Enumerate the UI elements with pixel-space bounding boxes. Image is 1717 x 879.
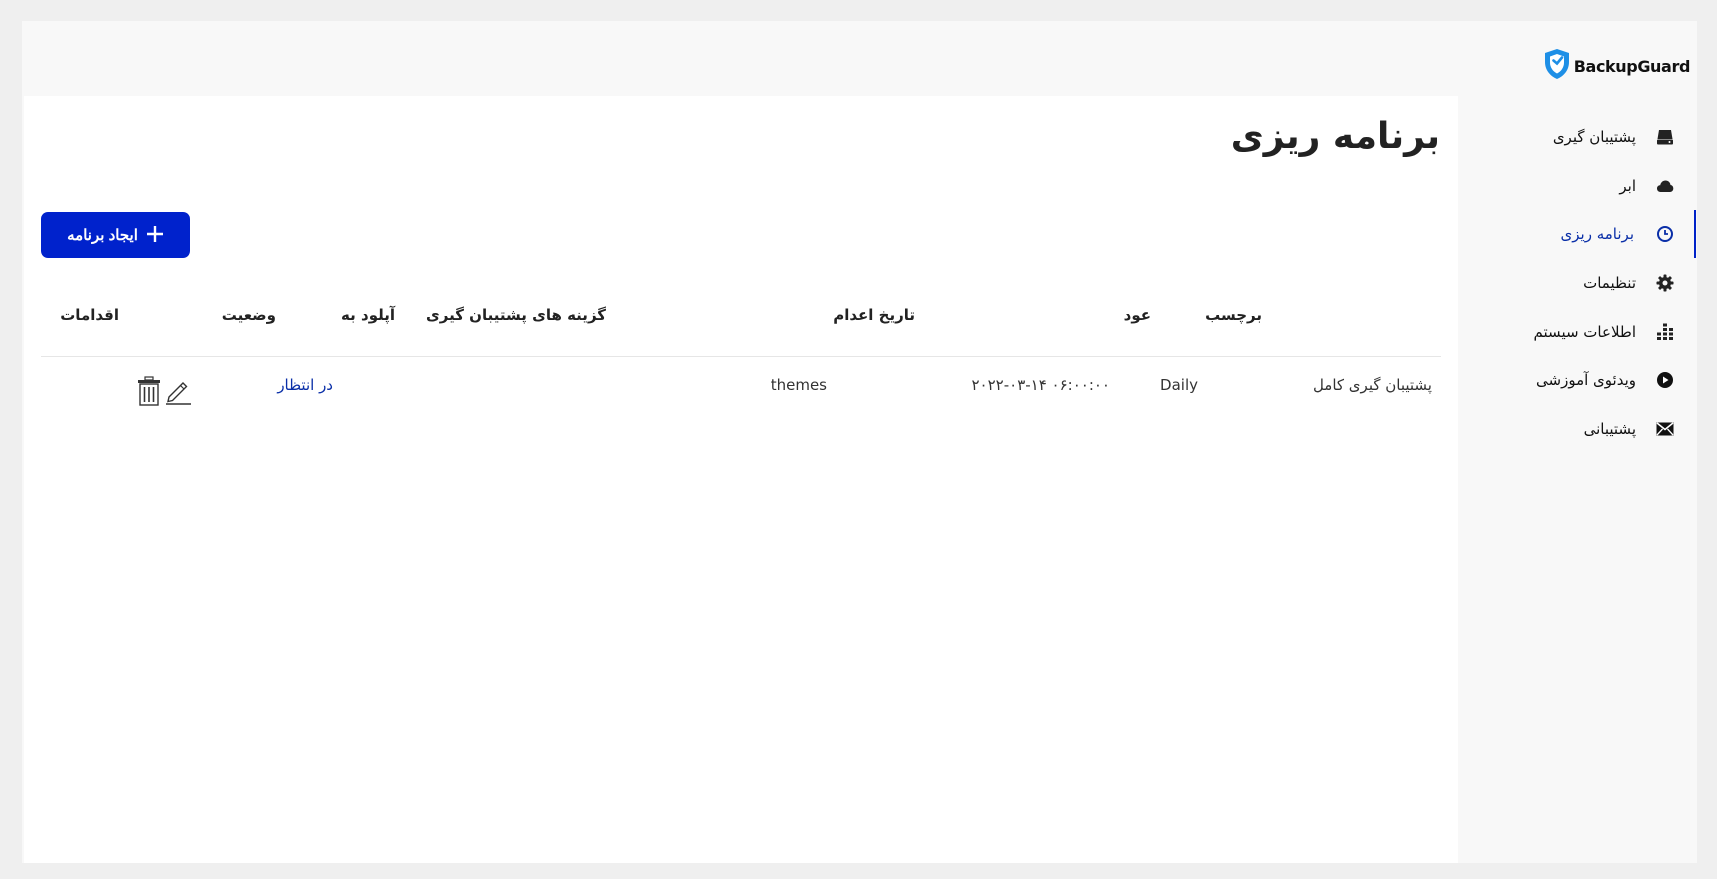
sidebar-item-system-info[interactable]: اطلاعات سیستم bbox=[1460, 307, 1697, 356]
row-label: پشتیبان گیری کامل bbox=[1312, 376, 1432, 394]
sidebar-item-label: ویدئوی آموزشی bbox=[1536, 371, 1636, 390]
sidebar-item-schedule[interactable]: برنامه ریزی bbox=[1460, 210, 1697, 259]
row-status: در انتظار bbox=[277, 376, 333, 394]
cloud-icon bbox=[1655, 176, 1675, 196]
sidebar-item-tutorial-video[interactable]: ویدئوی آموزشی bbox=[1460, 356, 1697, 405]
column-header-execution-date: تاریخ اعدام bbox=[833, 306, 915, 324]
envelope-icon bbox=[1655, 419, 1675, 439]
sidebar-item-cloud[interactable]: ابر bbox=[1460, 162, 1697, 211]
brand-name: BackupGuard bbox=[1573, 56, 1691, 76]
column-header-actions: اقدامات bbox=[60, 306, 119, 324]
sidebar-item-label: اطلاعات سیستم bbox=[1533, 322, 1636, 341]
app-frame: BackupGuard پشتیبان گیری ابر برنامه ریزی… bbox=[22, 21, 1697, 863]
row-execution-date: ۲۰۲۲-۰۳-۱۴ ۰۶:۰۰:۰۰ bbox=[971, 376, 1111, 394]
row-backup-options: themes bbox=[770, 376, 827, 394]
table-header-divider bbox=[41, 356, 1441, 357]
sidebar-item-backup[interactable]: پشتیبان گیری bbox=[1460, 113, 1697, 162]
trash-icon[interactable] bbox=[135, 376, 163, 406]
sidebar-item-settings[interactable]: تنظیمات bbox=[1460, 259, 1697, 308]
create-schedule-label: ایجاد برنامه bbox=[67, 227, 138, 244]
column-header-recurrence: عود bbox=[1123, 306, 1151, 324]
create-schedule-button[interactable]: ایجاد برنامه bbox=[41, 212, 190, 258]
play-circle-icon bbox=[1655, 370, 1675, 390]
edit-pencil-icon[interactable] bbox=[164, 376, 192, 406]
shield-logo-icon bbox=[1543, 48, 1571, 84]
sidebar-nav: پشتیبان گیری ابر برنامه ریزی تنظیمات اطل… bbox=[1460, 113, 1697, 453]
gear-icon bbox=[1655, 273, 1675, 293]
column-header-backup-options: گزینه های پشتیبان گیری bbox=[426, 306, 606, 324]
sidebar-item-label: پشتیبانی bbox=[1583, 419, 1636, 438]
sidebar-item-support[interactable]: پشتیبانی bbox=[1460, 405, 1697, 454]
sidebar-item-label: پشتیبان گیری bbox=[1552, 128, 1636, 147]
sidebar-item-label: تنظیمات bbox=[1583, 274, 1636, 293]
page-title: برنامه ریزی bbox=[1230, 116, 1440, 157]
main-panel: برنامه ریزی ایجاد برنامه برچسب عود تاریخ… bbox=[24, 96, 1458, 863]
sidebar: BackupGuard پشتیبان گیری ابر برنامه ریزی… bbox=[1460, 21, 1697, 863]
plus-icon bbox=[146, 225, 164, 246]
sidebar-item-label: برنامه ریزی bbox=[1560, 225, 1634, 244]
sidebar-item-label: ابر bbox=[1619, 176, 1636, 195]
row-recurrence: Daily bbox=[1160, 376, 1198, 394]
system-info-icon bbox=[1655, 322, 1675, 342]
column-header-status: وضعیت bbox=[221, 306, 276, 324]
hard-drive-icon bbox=[1655, 127, 1675, 147]
brand-logo[interactable]: BackupGuard bbox=[1543, 49, 1690, 83]
column-header-label: برچسب bbox=[1205, 306, 1262, 324]
column-header-upload-to: آپلود به bbox=[341, 306, 395, 324]
clock-icon bbox=[1655, 224, 1675, 244]
